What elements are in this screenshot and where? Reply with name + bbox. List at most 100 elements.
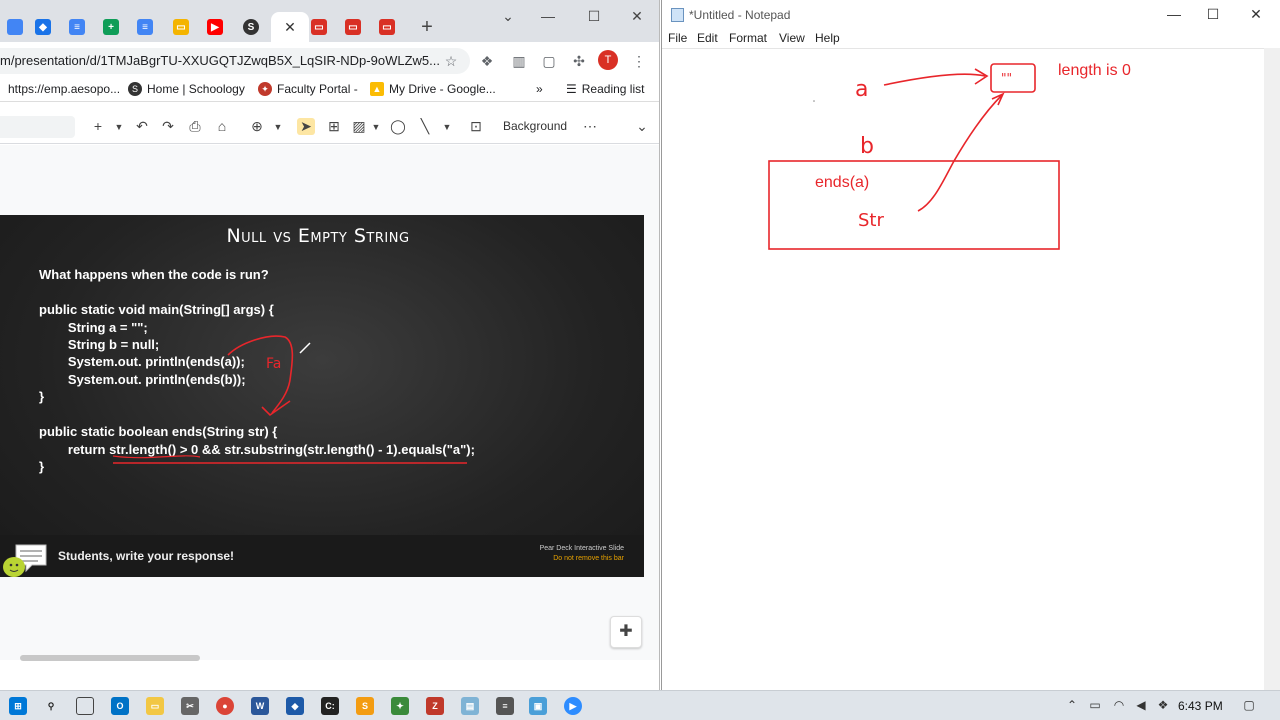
menu-view[interactable]: View bbox=[779, 31, 805, 45]
tab-schoology[interactable]: S bbox=[236, 12, 266, 42]
ink-length-note: length is 0 bbox=[1058, 62, 1131, 79]
zoom-icon[interactable]: ⊕ bbox=[248, 118, 266, 135]
app-icon[interactable]: ≡ bbox=[496, 697, 514, 715]
menu-format[interactable]: Format bbox=[729, 31, 767, 45]
collapse-toolbar-icon[interactable]: ⌄ bbox=[633, 118, 651, 135]
google-sheets-icon: + bbox=[103, 19, 119, 35]
dropbox-icon[interactable]: ❖ bbox=[1155, 698, 1171, 712]
sublime-text-icon[interactable]: S bbox=[356, 697, 374, 715]
extension-1-icon[interactable]: ❖ bbox=[478, 52, 496, 70]
tab-youtube[interactable]: ▶ bbox=[200, 12, 230, 42]
reading-list-button[interactable]: ☰ Reading list bbox=[566, 82, 644, 96]
chrome-window: ◆ ≡ + ≡ ▭ ▶ S ✕ ▭ ▭ ▭ + ⌄ — ☐ ✕ m/presen… bbox=[0, 0, 660, 690]
ssh-client-icon[interactable]: ◆ bbox=[286, 697, 304, 715]
bookmark-star-icon[interactable]: ☆ bbox=[442, 52, 460, 70]
slide[interactable]: Null vs Empty String What happens when t… bbox=[0, 215, 644, 577]
vertical-scrollbar[interactable] bbox=[1264, 48, 1280, 690]
redo-icon[interactable]: ↷ bbox=[159, 118, 177, 135]
bookmark-label: My Drive - Google... bbox=[389, 82, 496, 96]
select-cursor-icon[interactable]: ➤ bbox=[297, 118, 315, 135]
wifi-icon[interactable]: ◠ bbox=[1111, 698, 1127, 712]
shape-icon[interactable]: ◯ bbox=[389, 118, 407, 135]
tab-slides[interactable] bbox=[0, 12, 30, 42]
image-dropdown-icon[interactable]: ▼ bbox=[367, 122, 385, 132]
snipping-tool-icon[interactable]: ✂ bbox=[181, 697, 199, 715]
profile-avatar[interactable]: T bbox=[598, 50, 618, 70]
tab-app-3[interactable]: ▭ bbox=[372, 12, 402, 42]
layers-icon: ◆ bbox=[35, 19, 51, 35]
tab-docs-1[interactable]: ≡ bbox=[62, 12, 92, 42]
menu-help[interactable]: Help bbox=[815, 31, 840, 45]
zoom-dropdown-icon[interactable]: ▼ bbox=[269, 122, 287, 132]
battery-icon[interactable]: ▭ bbox=[1087, 698, 1103, 712]
bookmark-label: Faculty Portal - bbox=[277, 82, 358, 96]
url-text[interactable]: m/presentation/d/1TMJaBgrTU-XXUGQTJZwqB5… bbox=[0, 53, 440, 68]
background-button[interactable]: Background bbox=[503, 119, 567, 133]
close-window-icon[interactable]: ✕ bbox=[1246, 6, 1266, 23]
close-icon[interactable]: ✕ bbox=[284, 19, 296, 36]
explore-button[interactable]: ✚ bbox=[610, 616, 642, 648]
terminal-icon[interactable]: C: bbox=[321, 697, 339, 715]
dropdown-icon[interactable]: ▼ bbox=[110, 122, 128, 132]
omnibox[interactable]: m/presentation/d/1TMJaBgrTU-XXUGQTJZwqB5… bbox=[0, 48, 470, 74]
schoology-icon: S bbox=[128, 82, 142, 96]
task-view-icon[interactable] bbox=[76, 697, 94, 715]
ink-label-b: b bbox=[860, 134, 874, 159]
extension-3-icon[interactable]: ▢ bbox=[540, 52, 558, 70]
close-window-icon[interactable]: ✕ bbox=[627, 8, 647, 25]
filezilla-icon[interactable]: Z bbox=[426, 697, 444, 715]
image-icon[interactable]: ▨ bbox=[350, 118, 368, 135]
notifications-icon[interactable]: ▢ bbox=[1241, 698, 1257, 712]
maximize-icon[interactable]: ☐ bbox=[1203, 6, 1223, 23]
bookmark-schoology[interactable]: S Home | Schoology bbox=[128, 82, 245, 96]
tab-docs-2[interactable]: ≡ bbox=[130, 12, 160, 42]
tab-search-icon[interactable]: ⌄ bbox=[498, 8, 518, 25]
windows-start-icon[interactable]: ⊞ bbox=[9, 697, 27, 715]
google-docs-icon: ≡ bbox=[69, 19, 85, 35]
notepad-taskbar-icon[interactable]: ▤ bbox=[461, 697, 479, 715]
horizontal-scrollbar[interactable] bbox=[20, 655, 200, 661]
bookmark-emp[interactable]: https://emp.aesopo... bbox=[8, 82, 120, 96]
bookmark-faculty-portal[interactable]: ✦ Faculty Portal - bbox=[258, 82, 358, 96]
new-slide-icon[interactable]: + bbox=[89, 118, 107, 134]
outlook-icon[interactable]: O bbox=[111, 697, 129, 715]
extensions-puzzle-icon[interactable]: ✣ bbox=[570, 52, 588, 70]
bookmarks-overflow-icon[interactable]: » bbox=[536, 82, 543, 96]
slides-menu-search[interactable] bbox=[0, 116, 75, 138]
minimize-icon[interactable]: — bbox=[538, 8, 558, 24]
new-tab-button[interactable]: + bbox=[412, 12, 442, 42]
app-icon[interactable]: ▣ bbox=[529, 697, 547, 715]
tab-app-1[interactable]: ▭ bbox=[304, 12, 334, 42]
comment-icon[interactable]: ⊡ bbox=[467, 118, 485, 135]
extension-2-icon[interactable]: ▥ bbox=[510, 52, 528, 70]
peardeck-response-prompt: Students, write your response! bbox=[58, 549, 235, 563]
undo-icon[interactable]: ↶ bbox=[133, 118, 151, 135]
menu-edit[interactable]: Edit bbox=[697, 31, 718, 45]
minimize-icon[interactable]: — bbox=[1164, 6, 1184, 22]
line-icon[interactable]: ╲ bbox=[416, 118, 434, 135]
paint-format-icon[interactable]: ⌂ bbox=[213, 118, 231, 134]
pear-deck-icon bbox=[3, 544, 47, 577]
tab-slides-2[interactable]: ▭ bbox=[166, 12, 196, 42]
app-icon[interactable]: ✦ bbox=[391, 697, 409, 715]
notepad-text-area[interactable]: a "" length is 0 b ends(a) Str bbox=[662, 48, 1264, 690]
zoom-app-icon[interactable]: ▶ bbox=[564, 697, 582, 715]
bookmark-my-drive[interactable]: ▲ My Drive - Google... bbox=[370, 82, 496, 96]
tray-overflow-icon[interactable]: ⌃ bbox=[1064, 698, 1080, 712]
search-icon[interactable]: ⚲ bbox=[42, 697, 60, 715]
line-dropdown-icon[interactable]: ▼ bbox=[438, 122, 456, 132]
tab-sheets[interactable]: + bbox=[96, 12, 126, 42]
menu-file[interactable]: File bbox=[668, 31, 687, 45]
taskbar-clock[interactable]: 6:43 PM bbox=[1178, 699, 1223, 713]
print-icon[interactable]: ⎙ bbox=[186, 118, 204, 135]
tab-app-2[interactable]: ▭ bbox=[338, 12, 368, 42]
tab-schoology-layers[interactable]: ◆ bbox=[28, 12, 58, 42]
chrome-icon[interactable]: ● bbox=[216, 697, 234, 715]
volume-icon[interactable]: ◀ bbox=[1133, 698, 1149, 712]
chrome-menu-icon[interactable]: ⋮ bbox=[630, 52, 648, 70]
word-icon[interactable]: W bbox=[251, 697, 269, 715]
textbox-icon[interactable]: ⊞ bbox=[325, 118, 343, 135]
more-options-icon[interactable]: ⋯ bbox=[581, 118, 599, 135]
file-explorer-icon[interactable]: ▭ bbox=[146, 697, 164, 715]
maximize-icon[interactable]: ☐ bbox=[584, 8, 604, 25]
